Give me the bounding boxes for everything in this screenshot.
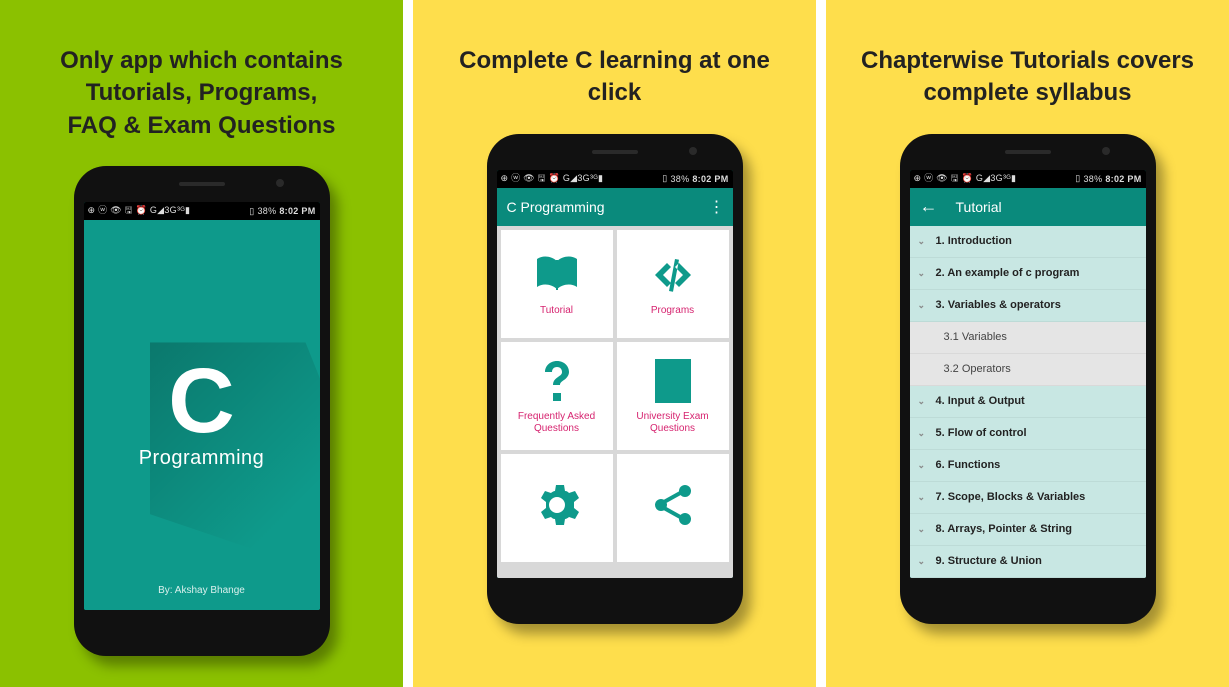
- battery-pct: 38%: [257, 206, 276, 216]
- subchapter-label: 3.2 Operators: [944, 363, 1011, 375]
- phone-mockup-2: ⊕ ⓦ 👁 🖫 ⏰ G◢3G³ᴳ▮ ▯ 38% 8:02 PM C Progra…: [487, 134, 743, 624]
- chapter-label: 3. Variables & operators: [936, 299, 1061, 311]
- code-icon: [649, 251, 697, 299]
- battery-icon: ▯: [662, 173, 667, 184]
- promo-panel-3: Chapterwise Tutorials covers complete sy…: [826, 0, 1229, 687]
- tile-programs[interactable]: Programs: [617, 230, 729, 338]
- status-icons: ⊕ ⓦ 👁 🖫 ⏰ G◢3G³ᴳ▮: [914, 171, 1017, 187]
- home-grid: Tutorial Programs Frequently Asked Quest…: [497, 226, 733, 578]
- share-icon: [649, 481, 697, 529]
- tile-label: Programs: [651, 305, 694, 317]
- status-bar: ⊕ ⓦ 👁 🖫 ⏰ G◢3G³ᴳ▮ ▯ 38% 8:02 PM: [84, 202, 320, 220]
- chapter-label: 4. Input & Output: [936, 395, 1025, 407]
- chapter-label: 6. Functions: [936, 459, 1001, 471]
- overflow-menu-icon[interactable]: ⋮: [709, 197, 723, 217]
- chevron-down-icon: ⌄: [918, 300, 928, 310]
- battery-pct: 38%: [670, 174, 689, 184]
- battery-icon: ▯: [249, 206, 254, 217]
- tile-tutorial[interactable]: Tutorial: [501, 230, 613, 338]
- chapter-row[interactable]: ⌄ 4. Input & Output: [910, 386, 1146, 418]
- tile-exam[interactable]: University Exam Questions: [617, 342, 729, 450]
- clock: 8:02 PM: [1105, 174, 1141, 184]
- subchapter-row[interactable]: 3.1 Variables: [910, 322, 1146, 354]
- app-logo-letter: C: [168, 360, 234, 443]
- chapter-label: 9. Structure & Union: [936, 555, 1042, 567]
- chapter-row[interactable]: ⌄ 8. Arrays, Pointer & String: [910, 514, 1146, 546]
- splash-screen: C Programming By: Akshay Bhange: [84, 220, 320, 610]
- back-icon[interactable]: ←: [920, 196, 938, 217]
- chapter-label: 7. Scope, Blocks & Variables: [936, 491, 1086, 503]
- chapter-row[interactable]: ⌄ 1. Introduction: [910, 226, 1146, 258]
- app-bar-title: Tutorial: [956, 199, 1002, 215]
- chevron-down-icon: ⌄: [918, 428, 928, 438]
- promo-panel-1: Only app which contains Tutorials, Progr…: [0, 0, 403, 687]
- chapter-row[interactable]: ⌄ 5. Flow of control: [910, 418, 1146, 450]
- chevron-down-icon: ⌄: [918, 460, 928, 470]
- battery-icon: ▯: [1075, 173, 1080, 184]
- chevron-down-icon: ⌄: [918, 556, 928, 566]
- chevron-down-icon: ⌄: [918, 268, 928, 278]
- subchapter-label: 3.1 Variables: [944, 331, 1007, 343]
- chapter-row[interactable]: ⌄ 3. Variables & operators: [910, 290, 1146, 322]
- app-bar-title: C Programming: [507, 199, 605, 215]
- chevron-down-icon: ⌄: [918, 524, 928, 534]
- document-icon: [649, 357, 697, 405]
- chapter-row[interactable]: ⌄ 2. An example of c program: [910, 258, 1146, 290]
- status-icons: ⊕ ⓦ 👁 🖫 ⏰ G◢3G³ᴳ▮: [501, 171, 604, 187]
- app-bar: ← Tutorial: [910, 188, 1146, 226]
- status-bar: ⊕ ⓦ 👁 🖫 ⏰ G◢3G³ᴳ▮ ▯ 38% 8:02 PM: [497, 170, 733, 188]
- headline-1: Only app which contains Tutorials, Progr…: [40, 45, 363, 142]
- chapter-row[interactable]: ⌄ 9. Structure & Union: [910, 546, 1146, 578]
- author-byline: By: Akshay Bhange: [158, 585, 245, 596]
- chevron-down-icon: ⌄: [918, 396, 928, 406]
- chapter-label: 5. Flow of control: [936, 427, 1027, 439]
- tile-label: Frequently Asked Questions: [518, 411, 595, 434]
- headline-2: Complete C learning at one click: [413, 45, 816, 110]
- phone-mockup-1: ⊕ ⓦ 👁 🖫 ⏰ G◢3G³ᴳ▮ ▯ 38% 8:02 PM C Progra…: [74, 166, 330, 656]
- tile-label: Tutorial: [540, 305, 573, 317]
- app-bar: C Programming ⋮: [497, 188, 733, 226]
- phone-mockup-3: ⊕ ⓦ 👁 🖫 ⏰ G◢3G³ᴳ▮ ▯ 38% 8:02 PM ← Tutori…: [900, 134, 1156, 624]
- chapter-row[interactable]: ⌄ 7. Scope, Blocks & Variables: [910, 482, 1146, 514]
- tile-faq[interactable]: Frequently Asked Questions: [501, 342, 613, 450]
- headline-3: Chapterwise Tutorials covers complete sy…: [841, 45, 1214, 110]
- battery-pct: 38%: [1083, 174, 1102, 184]
- chapter-label: 1. Introduction: [936, 235, 1012, 247]
- book-icon: [533, 251, 581, 299]
- question-icon: [533, 357, 581, 405]
- tile-share[interactable]: [617, 454, 729, 562]
- gear-icon: [533, 481, 581, 529]
- tile-label: University Exam Questions: [636, 411, 708, 434]
- status-icons: ⊕ ⓦ 👁 🖫 ⏰ G◢3G³ᴳ▮: [88, 203, 191, 219]
- clock: 8:02 PM: [692, 174, 728, 184]
- chevron-down-icon: ⌄: [918, 492, 928, 502]
- chapter-label: 8. Arrays, Pointer & String: [936, 523, 1073, 535]
- status-bar: ⊕ ⓦ 👁 🖫 ⏰ G◢3G³ᴳ▮ ▯ 38% 8:02 PM: [910, 170, 1146, 188]
- chapter-row[interactable]: ⌄ 6. Functions: [910, 450, 1146, 482]
- chapter-list[interactable]: ⌄ 1. Introduction ⌄ 2. An example of c pro…: [910, 226, 1146, 578]
- app-logo-word: Programming: [139, 447, 265, 470]
- tile-settings[interactable]: [501, 454, 613, 562]
- chapter-label: 2. An example of c program: [936, 267, 1080, 279]
- promo-panel-2: Complete C learning at one click ⊕ ⓦ 👁 🖫…: [413, 0, 816, 687]
- clock: 8:02 PM: [279, 206, 315, 216]
- chevron-down-icon: ⌄: [918, 236, 928, 246]
- subchapter-row[interactable]: 3.2 Operators: [910, 354, 1146, 386]
